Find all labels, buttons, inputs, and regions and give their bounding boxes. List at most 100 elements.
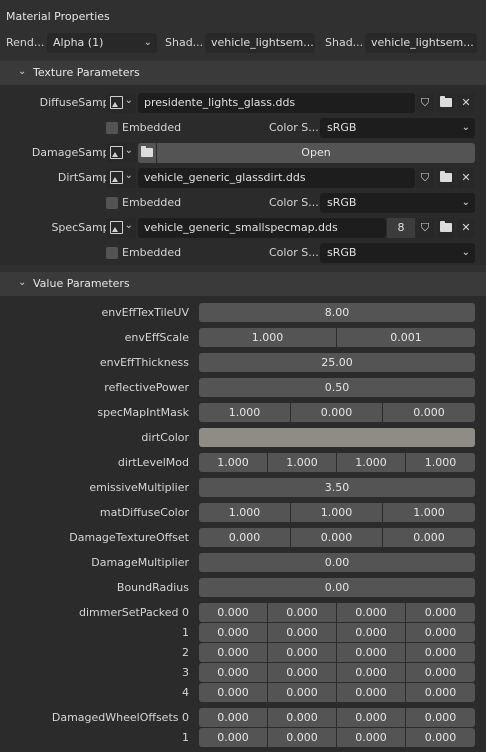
shader-label-2: Shad... xyxy=(325,36,364,49)
number-field[interactable]: 0.00 xyxy=(199,553,475,572)
number-field[interactable]: 0.000 xyxy=(199,623,267,642)
spec-image-button[interactable]: ⌄ xyxy=(106,218,136,238)
spec-colorspace-select[interactable]: sRGB ⌄ xyxy=(320,243,475,263)
chevron-down-icon: ⌄ xyxy=(124,145,133,156)
value-row-label: 3 xyxy=(182,666,189,679)
render-dropdown[interactable]: Alpha (1) ⌄ xyxy=(47,33,157,53)
diffuse-image-button[interactable]: ⌄ xyxy=(106,93,136,113)
dirt-file-field[interactable]: vehicle_generic_glassdirt.dds xyxy=(138,168,415,188)
dirt-embedded-checkbox[interactable] xyxy=(106,197,118,209)
number-field[interactable]: 0.000 xyxy=(291,403,382,422)
number-field[interactable]: 0.000 xyxy=(268,603,336,622)
value-row-label: envEffTexTileUV xyxy=(101,306,189,319)
number-field[interactable]: 0.000 xyxy=(199,683,267,702)
number-field[interactable]: 0.000 xyxy=(337,708,405,727)
number-field[interactable]: 3.50 xyxy=(199,478,475,497)
number-field[interactable]: 1.000 xyxy=(268,453,336,472)
diffuse-embedded-checkbox[interactable] xyxy=(106,122,118,134)
number-field[interactable]: 0.000 xyxy=(406,623,475,642)
folder-icon[interactable] xyxy=(437,168,455,188)
number-field[interactable]: 0.000 xyxy=(383,528,475,547)
number-field[interactable]: 1.000 xyxy=(199,328,336,347)
number-field[interactable]: 0.00 xyxy=(199,578,475,597)
value-parameters-header[interactable]: ⌄ Value Parameters xyxy=(0,272,486,296)
number-field[interactable]: 0.000 xyxy=(199,663,267,682)
spec-user-count[interactable]: 8 xyxy=(387,218,415,238)
number-field[interactable]: 8.00 xyxy=(199,303,475,322)
number-field[interactable]: 0.000 xyxy=(337,663,405,682)
number-field[interactable]: 0.000 xyxy=(291,528,382,547)
number-field[interactable]: 0.000 xyxy=(406,643,475,662)
number-field[interactable]: 0.000 xyxy=(268,643,336,662)
render-label: Rend... xyxy=(6,36,45,49)
spec-embedded-checkbox[interactable] xyxy=(106,247,118,259)
close-icon[interactable]: ✕ xyxy=(457,218,475,238)
number-field[interactable]: 0.000 xyxy=(383,403,475,422)
number-field[interactable]: 0.000 xyxy=(199,643,267,662)
number-field[interactable]: 1.000 xyxy=(383,503,475,522)
shield-icon[interactable]: ⛉ xyxy=(416,93,434,113)
shield-icon[interactable]: ⛉ xyxy=(416,218,434,238)
color-swatch[interactable] xyxy=(199,428,475,447)
number-field[interactable]: 0.000 xyxy=(337,643,405,662)
number-field[interactable]: 1.000 xyxy=(406,453,475,472)
value-row-label: dirtLevelMod xyxy=(117,456,189,469)
number-field[interactable]: 1.000 xyxy=(199,453,267,472)
value-row-label: dimmerSetPacked 0 xyxy=(79,606,189,619)
texture-parameters-header[interactable]: ⌄ Texture Parameters xyxy=(0,61,486,85)
image-icon xyxy=(110,146,123,159)
number-field[interactable]: 0.000 xyxy=(337,683,405,702)
number-field[interactable]: 0.000 xyxy=(268,683,336,702)
number-field[interactable]: 0.000 xyxy=(199,728,267,747)
number-field[interactable]: 1.000 xyxy=(199,503,290,522)
number-field[interactable]: 0.000 xyxy=(337,728,405,747)
dirt-embedded-label: Embedded xyxy=(122,196,182,209)
number-field[interactable]: 0.000 xyxy=(406,728,475,747)
shader-field-2[interactable]: vehicle_lightsem... xyxy=(365,33,477,53)
number-field[interactable]: 0.000 xyxy=(406,683,475,702)
number-field[interactable]: 0.50 xyxy=(199,378,475,397)
diffuse-file-field[interactable]: presidente_lights_glass.dds xyxy=(138,93,415,113)
shield-icon[interactable]: ⛉ xyxy=(416,168,434,188)
number-field[interactable]: 0.000 xyxy=(268,663,336,682)
chevron-down-icon: ⌄ xyxy=(461,122,470,133)
number-field[interactable]: 0.001 xyxy=(337,328,475,347)
close-icon[interactable]: ✕ xyxy=(457,168,475,188)
diffuse-colorspace-label: Color S... xyxy=(269,121,319,134)
shader-value-1: vehicle_lightsem... xyxy=(211,36,314,49)
folder-icon[interactable] xyxy=(437,93,455,113)
number-field[interactable]: 0.000 xyxy=(268,623,336,642)
number-field[interactable]: 0.000 xyxy=(268,708,336,727)
dirt-colorspace-value: sRGB xyxy=(327,196,357,209)
shader-field-1[interactable]: vehicle_lightsem... xyxy=(205,33,315,53)
damage-image-button[interactable]: ⌄ xyxy=(106,143,136,163)
number-field[interactable]: 0.000 xyxy=(406,603,475,622)
shader-label-1: Shad... xyxy=(165,36,204,49)
value-row-label: envEffThickness xyxy=(99,356,189,369)
chevron-down-icon: ⌄ xyxy=(124,220,133,231)
dirt-image-button[interactable]: ⌄ xyxy=(106,168,136,188)
dirt-colorspace-select[interactable]: sRGB ⌄ xyxy=(320,193,475,213)
folder-icon[interactable] xyxy=(437,218,455,238)
number-field[interactable]: 0.000 xyxy=(199,528,290,547)
texture-section-title: Texture Parameters xyxy=(33,66,140,79)
number-field[interactable]: 1.000 xyxy=(199,403,290,422)
number-field[interactable]: 25.00 xyxy=(199,353,475,372)
damage-open-button[interactable]: Open xyxy=(157,143,475,163)
close-icon[interactable]: ✕ xyxy=(457,93,475,113)
number-field[interactable]: 1.000 xyxy=(291,503,382,522)
number-field[interactable]: 0.000 xyxy=(406,708,475,727)
spec-colorspace-label: Color S... xyxy=(269,246,319,259)
number-field[interactable]: 0.000 xyxy=(337,603,405,622)
spec-file-field[interactable]: vehicle_generic_smallspecmap.dds xyxy=(138,218,386,238)
number-field[interactable]: 0.000 xyxy=(268,728,336,747)
number-field[interactable]: 0.000 xyxy=(199,708,267,727)
number-field[interactable]: 0.000 xyxy=(337,623,405,642)
number-field[interactable]: 0.000 xyxy=(406,663,475,682)
number-field[interactable]: 0.000 xyxy=(199,603,267,622)
chevron-down-icon: ⌄ xyxy=(124,170,133,181)
number-field[interactable]: 1.000 xyxy=(337,453,405,472)
value-row-label: 4 xyxy=(182,686,189,699)
diffuse-colorspace-select[interactable]: sRGB ⌄ xyxy=(320,118,475,138)
folder-icon[interactable] xyxy=(138,143,156,163)
